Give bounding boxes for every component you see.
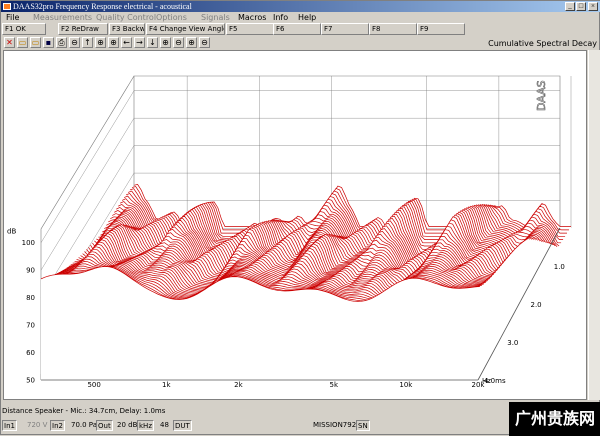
menu-help[interactable]: Help (298, 12, 316, 23)
y-axis-unit: dB (7, 228, 16, 236)
zoom-out-icon[interactable]: ⊖ (199, 37, 210, 48)
cross-icon[interactable]: ✕ (4, 37, 15, 48)
z-tick-label: 1.0 (554, 263, 565, 271)
f2-redraw-button[interactable]: F2 ReDraw (58, 23, 108, 35)
maximize-button[interactable]: □ (576, 2, 586, 11)
open-folder-icon[interactable]: ▭ (17, 37, 28, 48)
f4-change-view-button[interactable]: F4 Change View Angle (146, 23, 225, 35)
x-tick-label: 1k (162, 381, 171, 389)
input2-box[interactable]: In2 (50, 420, 65, 431)
function-key-bar: F1 OK F2 ReDraw F3 Backward F4 Change Vi… (1, 23, 600, 35)
f1-ok-button[interactable]: F1 OK (2, 23, 46, 35)
output-box[interactable]: Out (96, 420, 113, 431)
menu-file[interactable]: File (6, 12, 19, 23)
x-tick-label: 2k (234, 381, 243, 389)
open-folder-icon[interactable]: ▭ (30, 37, 41, 48)
input2-range: 70.0 Pa (71, 421, 98, 429)
output-level: 20 dB (117, 421, 138, 429)
arrow-right-icon[interactable]: → (134, 37, 145, 48)
close-button[interactable]: × (588, 2, 598, 11)
app-window: DAAS32pro Frequency Response electrical … (0, 0, 600, 436)
waterfall-plot-area: 100 90 80 70 60 50 dB 500 1k 2k 5k 10k 20k Hz 1.0 2.0 3.… (3, 50, 587, 400)
f7-button[interactable]: F7 (321, 23, 369, 35)
input1-box[interactable]: In1 (2, 420, 17, 431)
menu-measurements[interactable]: Measurements (33, 12, 92, 23)
f3-backward-button[interactable]: F3 Backward (109, 23, 145, 35)
waterfall-chart: 1009080706050dB500 1k 2k 5k 10k 20kHz1.02.03.… (7, 75, 572, 389)
x-tick-label: 10k (399, 381, 413, 389)
y-tick-label: 90 (26, 267, 35, 275)
menu-info[interactable]: Info (273, 12, 288, 23)
daas-logo: DAAS (535, 80, 548, 111)
menu-options[interactable]: Options (156, 12, 187, 23)
dut-name: MISSION792 (313, 421, 357, 429)
vertical-scrollbar[interactable] (588, 50, 600, 400)
zoom-in-icon[interactable]: ⊕ (108, 37, 119, 48)
arrow-down-icon[interactable]: ↓ (147, 37, 158, 48)
y-tick-label: 70 (26, 322, 35, 330)
y-tick-label: 100 (22, 239, 35, 247)
sample-rate: 48 (160, 421, 169, 429)
title-bar[interactable]: DAAS32pro Frequency Response electrical … (1, 1, 600, 12)
menu-macros[interactable]: Macros (238, 12, 266, 23)
z-tick-label: 4.0ms (484, 377, 506, 385)
print-icon[interactable]: ⎙ (56, 37, 67, 48)
menu-signals[interactable]: Signals (201, 12, 230, 23)
x-tick-label: 5k (329, 381, 338, 389)
zoom-out-icon[interactable]: ⊖ (173, 37, 184, 48)
app-icon (3, 3, 11, 10)
f6-button[interactable]: F6 (273, 23, 321, 35)
zoom-in-icon[interactable]: ⊕ (95, 37, 106, 48)
zoom-in-icon[interactable]: ⊕ (186, 37, 197, 48)
f5-button[interactable]: F5 (226, 23, 274, 35)
dut-box[interactable]: DUT (173, 420, 192, 431)
y-tick-label: 60 (26, 349, 35, 357)
minimize-button[interactable]: _ (565, 2, 575, 11)
f9-button[interactable]: F9 (417, 23, 465, 35)
arrow-up-icon[interactable]: ↑ (82, 37, 93, 48)
save-icon[interactable]: ▪ (43, 37, 54, 48)
distance-status-line: Distance Speaker - Mic.: 34.7cm, Delay: … (2, 407, 166, 415)
z-tick-label: 2.0 (531, 301, 542, 309)
watermark-logo: 广州贵族网 (509, 402, 600, 436)
f8-button[interactable]: F8 (369, 23, 417, 35)
sn-box[interactable]: SN (356, 420, 370, 431)
khz-box[interactable]: kHz (137, 420, 154, 431)
z-tick-label: 3.0 (507, 339, 518, 347)
window-title: DAAS32pro Frequency Response electrical … (13, 2, 192, 11)
y-tick-label: 50 (26, 377, 35, 385)
input1-range: 720 V (27, 421, 48, 429)
chart-name-label: Cumulative Spectral Decay (488, 39, 597, 48)
zoom-in-icon[interactable]: ⊕ (160, 37, 171, 48)
zoom-out-icon[interactable]: ⊖ (69, 37, 80, 48)
x-tick-label: 500 (87, 381, 100, 389)
y-tick-label: 80 (26, 294, 35, 302)
menu-quality-control[interactable]: Quality Control (96, 12, 156, 23)
arrow-left-icon[interactable]: ← (121, 37, 132, 48)
menu-bar: File Measurements Quality Control Option… (1, 12, 600, 23)
